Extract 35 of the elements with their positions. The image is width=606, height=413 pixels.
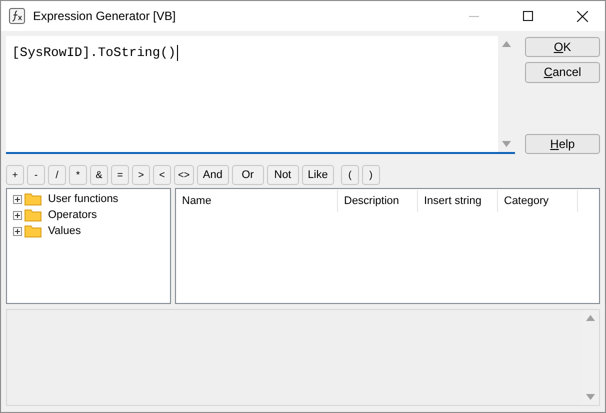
operator-button[interactable]: <: [153, 165, 171, 185]
column-header[interactable]: Insert string: [418, 190, 498, 212]
maximize-icon[interactable]: [523, 11, 533, 21]
column-header[interactable]: Category: [498, 190, 578, 212]
ok-button[interactable]: OK: [525, 37, 600, 58]
operator-button[interactable]: /: [48, 165, 66, 185]
tree-item[interactable]: Operators: [48, 209, 97, 221]
function-icon: [9, 8, 25, 24]
operator-button[interactable]: =: [111, 165, 129, 185]
window-title: Expression Generator [VB]: [33, 9, 177, 23]
expand-icon[interactable]: [13, 210, 22, 220]
column-header[interactable]: Name: [176, 190, 338, 212]
operator-button[interactable]: -: [27, 165, 45, 185]
operator-button[interactable]: Like: [302, 165, 334, 185]
operator-button[interactable]: +: [6, 165, 24, 185]
folder-icon: [24, 192, 42, 206]
operator-button[interactable]: &: [90, 165, 108, 185]
operator-button[interactable]: Or: [232, 165, 264, 185]
cancel-button[interactable]: Cancel: [525, 62, 600, 83]
operator-button[interactable]: *: [69, 165, 87, 185]
help-button[interactable]: Help: [525, 134, 600, 154]
close-icon[interactable]: [576, 10, 588, 22]
expand-icon[interactable]: [13, 194, 22, 204]
operator-button[interactable]: >: [132, 165, 150, 185]
folder-icon: [24, 224, 42, 238]
tree-item[interactable]: User functions: [48, 193, 118, 205]
folder-icon: [24, 208, 42, 222]
expand-icon[interactable]: [13, 226, 22, 236]
column-header[interactable]: Description: [338, 190, 418, 212]
operator-button[interactable]: ): [362, 165, 380, 185]
operator-button[interactable]: (: [340, 165, 359, 185]
tree-item[interactable]: Values: [48, 225, 81, 237]
operator-button[interactable]: And: [196, 165, 229, 185]
operator-button[interactable]: <>: [174, 165, 194, 185]
operator-button[interactable]: Not: [266, 165, 299, 185]
